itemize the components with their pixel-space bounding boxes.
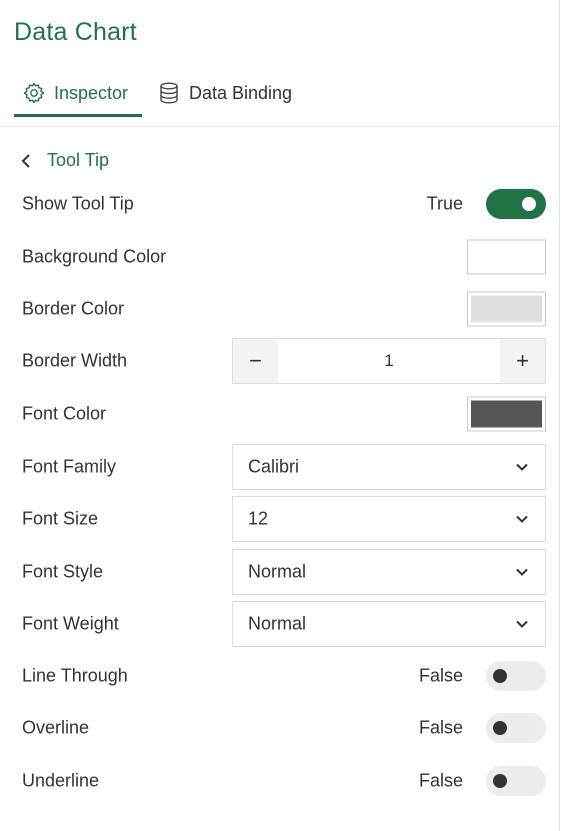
- border-width-stepper: − 1 +: [232, 338, 546, 384]
- toggle-knob: [493, 721, 507, 735]
- row-font-size: Font Size 12: [22, 496, 546, 542]
- font-size-label: Font Size: [22, 508, 99, 529]
- line-through-label: Line Through: [22, 665, 128, 686]
- font-style-label: Font Style: [22, 561, 104, 582]
- underline-value: False: [418, 770, 463, 791]
- row-border-color: Border Color: [22, 286, 546, 332]
- tab-bar: Inspector Data Binding: [14, 72, 559, 117]
- underline-label: Underline: [22, 770, 100, 791]
- line-through-toggle[interactable]: [486, 661, 546, 691]
- chevron-down-icon: [515, 619, 529, 629]
- overline-toggle[interactable]: [486, 713, 546, 743]
- tab-inspector-label: Inspector: [54, 82, 129, 103]
- border-color-swatch[interactable]: [467, 291, 546, 327]
- font-weight-select[interactable]: Normal: [232, 601, 546, 647]
- font-family-label: Font Family: [22, 456, 117, 477]
- row-overline: Overline False: [22, 705, 546, 751]
- chevron-down-icon: [515, 567, 529, 577]
- font-color-swatch[interactable]: [467, 396, 546, 432]
- chevron-down-icon: [515, 514, 529, 524]
- row-show-tool-tip: Show Tool Tip True: [22, 181, 546, 227]
- row-font-color: Font Color: [22, 391, 546, 437]
- font-color-fill: [471, 400, 542, 428]
- font-weight-value: Normal: [248, 613, 307, 634]
- tab-data-binding-label: Data Binding: [189, 82, 293, 103]
- gear-icon: [22, 81, 46, 105]
- toggle-knob: [493, 774, 507, 788]
- border-width-input[interactable]: 1: [278, 339, 500, 383]
- font-weight-label: Font Weight: [22, 613, 119, 634]
- border-color-label: Border Color: [22, 298, 125, 319]
- show-tool-tip-toggle[interactable]: [486, 189, 546, 219]
- row-background-color: Background Color: [22, 234, 546, 280]
- tab-data-binding[interactable]: Data Binding: [157, 72, 307, 114]
- increment-button[interactable]: +: [500, 339, 545, 383]
- toggle-knob: [522, 197, 536, 211]
- font-size-value: 12: [248, 508, 269, 529]
- inspector-panel: Data Chart Inspector Data Binding Tool T…: [0, 0, 560, 831]
- row-line-through: Line Through False: [22, 653, 546, 699]
- background-color-swatch[interactable]: [467, 239, 546, 275]
- font-family-value: Calibri: [248, 456, 300, 477]
- background-color-label: Background Color: [22, 246, 167, 267]
- font-color-label: Font Color: [22, 403, 107, 424]
- overline-value: False: [418, 717, 463, 738]
- line-through-value: False: [418, 665, 463, 686]
- background-color-fill: [468, 240, 545, 274]
- overline-label: Overline: [22, 717, 90, 738]
- row-font-weight: Font Weight Normal: [22, 601, 546, 647]
- row-border-width: Border Width − 1 +: [22, 338, 546, 384]
- font-style-select[interactable]: Normal: [232, 549, 546, 595]
- tab-inspector[interactable]: Inspector: [14, 72, 142, 117]
- show-tool-tip-label: Show Tool Tip: [22, 193, 134, 214]
- underline-toggle[interactable]: [486, 766, 546, 796]
- panel-title: Data Chart: [14, 18, 137, 46]
- border-width-label: Border Width: [22, 350, 128, 371]
- row-underline: Underline False: [22, 758, 546, 804]
- font-style-value: Normal: [248, 561, 307, 582]
- tabs-divider: [0, 126, 559, 127]
- chevron-left-icon: [20, 151, 34, 171]
- font-family-select[interactable]: Calibri: [232, 444, 546, 490]
- decrement-button[interactable]: −: [233, 339, 278, 383]
- back-to-tool-tip[interactable]: Tool Tip: [20, 150, 109, 171]
- row-font-family: Font Family Calibri: [22, 444, 546, 490]
- show-tool-tip-value: True: [426, 193, 463, 214]
- toggle-knob: [493, 669, 507, 683]
- border-color-fill: [471, 295, 542, 323]
- database-icon: [157, 81, 181, 105]
- font-size-select[interactable]: 12: [232, 496, 546, 542]
- section-title: Tool Tip: [47, 150, 110, 170]
- chevron-down-icon: [515, 462, 529, 472]
- row-font-style: Font Style Normal: [22, 549, 546, 595]
